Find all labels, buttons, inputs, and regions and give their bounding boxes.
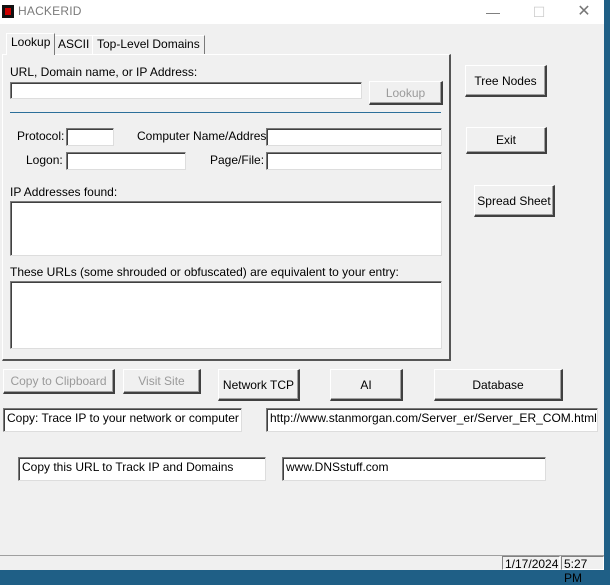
copy-track-field[interactable]: Copy this URL to Track IP and Domains <box>18 457 266 481</box>
status-time: 5:27 PM <box>561 556 604 585</box>
url-label: URL, Domain name, or IP Address: <box>10 65 198 79</box>
computer-name-label: Computer Name/Address: <box>137 129 276 143</box>
equivalent-urls-textarea[interactable] <box>10 281 442 349</box>
spread-sheet-button[interactable]: Spread Sheet <box>474 185 555 217</box>
page-file-label: Page/File: <box>210 153 265 167</box>
network-tcp-button[interactable]: Network TCP <box>218 369 300 401</box>
copy-trace-field[interactable]: Copy: Trace IP to your network or comput… <box>3 408 242 432</box>
page-file-field[interactable] <box>266 152 442 170</box>
visit-site-button[interactable]: Visit Site <box>123 369 201 394</box>
url-input[interactable] <box>10 82 362 99</box>
title-bar[interactable]: HACKERID — ☐ ✕ <box>0 0 604 24</box>
ip-addresses-textarea[interactable] <box>10 201 442 256</box>
logon-field[interactable] <box>66 152 186 170</box>
protocol-field[interactable] <box>66 128 114 146</box>
ip-found-label: IP Addresses found: <box>10 185 118 199</box>
maximize-icon[interactable]: ☐ <box>516 0 562 24</box>
copy-to-clipboard-button[interactable]: Copy to Clipboard <box>3 369 115 394</box>
app-icon[interactable] <box>2 5 14 18</box>
equivalent-urls-label: These URLs (some shrouded or obfuscated)… <box>10 265 399 279</box>
dnsstuff-url-field[interactable]: www.DNSstuff.com <box>282 457 546 481</box>
minimize-icon[interactable]: — <box>470 0 516 24</box>
app-window: HACKERID — ☐ ✕ Lookup ASCII Top-Level Do… <box>0 0 604 585</box>
exit-button[interactable]: Exit <box>466 127 547 154</box>
status-date: 1/17/2024 <box>502 556 560 571</box>
database-button[interactable]: Database <box>434 369 563 401</box>
tab-top-level-domains[interactable]: Top-Level Domains <box>92 35 205 54</box>
window-title: HACKERID <box>18 4 82 18</box>
ai-button[interactable]: AI <box>330 369 403 401</box>
close-icon[interactable]: ✕ <box>561 0 607 24</box>
protocol-label: Protocol: <box>17 129 65 143</box>
separator-line <box>10 112 441 113</box>
tab-lookup[interactable]: Lookup <box>6 33 56 55</box>
lookup-button[interactable]: Lookup <box>369 81 443 105</box>
stanmorgan-url-field[interactable]: http://www.stanmorgan.com/Server_er/Serv… <box>266 408 598 432</box>
computer-name-field[interactable] <box>266 128 442 146</box>
logon-label: Logon: <box>26 153 63 167</box>
tree-nodes-button[interactable]: Tree Nodes <box>465 65 547 97</box>
tab-ascii[interactable]: ASCII <box>53 35 95 54</box>
